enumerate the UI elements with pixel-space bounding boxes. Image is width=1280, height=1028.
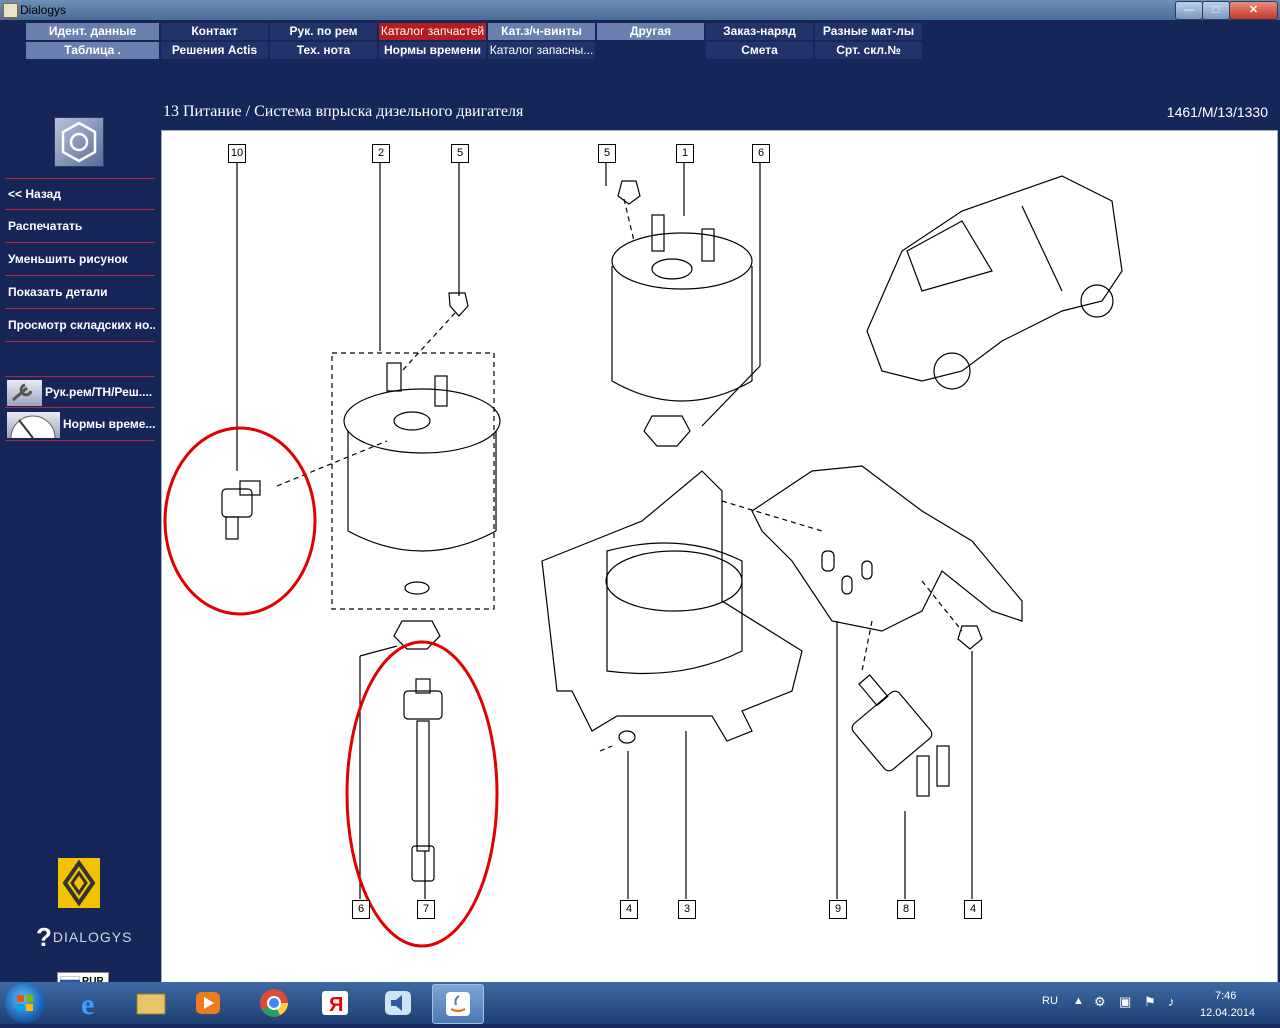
diagram-code: 1461/M/13/1330 (1166, 104, 1268, 120)
minimize-button[interactable]: — (1175, 1, 1203, 20)
time-norms-tool[interactable]: Нормы време... (5, 409, 155, 441)
callout-1[interactable]: 1 (676, 144, 694, 163)
show-parts-link[interactable]: Показать детали (5, 277, 155, 309)
page-title: 13 Питание / Система впрыска дизельного … (163, 103, 524, 120)
java-icon[interactable] (432, 984, 484, 1024)
tray-expand-icon[interactable]: ▲ (1073, 995, 1084, 1007)
wrench-icon (7, 380, 42, 406)
menu-estimate[interactable]: Смета (706, 42, 813, 59)
callout-5[interactable]: 5 (451, 144, 469, 163)
callout-7[interactable]: 7 (417, 900, 435, 919)
highlight-marks (163, 426, 499, 948)
menu-contact[interactable]: Контакт (161, 23, 268, 40)
volume-icon[interactable]: ♪ (1168, 994, 1175, 1009)
callout-6-bottom[interactable]: 6 (352, 900, 370, 919)
menu-misc-materials[interactable]: Разные мат-лы (815, 23, 922, 40)
close-button[interactable]: ✕ (1229, 1, 1278, 20)
yandex-icon[interactable]: Я (311, 984, 361, 1022)
steam-icon[interactable]: ⚙ (1094, 994, 1106, 1010)
clock-time[interactable]: 7:46 (1215, 990, 1236, 1002)
internet-explorer-icon[interactable]: e (67, 984, 117, 1022)
menu-parts-catalog[interactable]: Каталог запчастей (379, 23, 486, 40)
callout-10[interactable]: 10 (228, 144, 246, 163)
view-stock-link[interactable]: Просмотр складских но... (5, 310, 155, 342)
time-norms-tool-label: Нормы време... (63, 417, 155, 431)
menu-table[interactable]: Таблица . (26, 42, 159, 59)
back-link[interactable]: << Назад (5, 178, 155, 210)
help-icon: ? (36, 922, 53, 952)
renault-logo (58, 858, 100, 908)
callout-4[interactable]: 4 (620, 900, 638, 919)
menu-work-order[interactable]: Заказ-наряд (706, 23, 813, 40)
repair-manual-tool[interactable]: Рук.рем/ТН/Реш.... (5, 376, 155, 408)
dialogys-logo: ?DIALOGYS (36, 922, 132, 953)
volume-app-icon[interactable] (373, 984, 423, 1022)
app-icon (3, 3, 18, 18)
shrink-image-link[interactable]: Уменьшить рисунок (5, 244, 155, 276)
start-button[interactable] (5, 983, 45, 1023)
svg-text:Я: Я (329, 994, 343, 1016)
network-icon[interactable]: ▣ (1119, 994, 1131, 1010)
menu-other[interactable]: Другая (597, 23, 704, 40)
maximize-button[interactable]: □ (1202, 1, 1230, 20)
menu-spare-parts-catalog[interactable]: Каталог запасны... (488, 42, 595, 59)
chrome-icon[interactable] (249, 984, 299, 1022)
parts-diagram[interactable]: 10 2 5 5 1 6 6 7 4 3 9 8 4 (161, 130, 1278, 992)
menu-ident-data[interactable]: Идент. данные (26, 23, 159, 40)
action-center-icon[interactable]: ⚑ (1144, 994, 1156, 1010)
repair-manual-tool-label: Рук.рем/ТН/Реш.... (45, 385, 153, 399)
menu-time-norms[interactable]: Нормы времени (379, 42, 486, 59)
menu-repair-manual[interactable]: Рук. по рем (270, 23, 377, 40)
dialogys-brand-text: DIALOGYS (52, 929, 133, 945)
clock-date[interactable]: 12.04.2014 (1200, 1007, 1255, 1019)
window-title: Dialogys (20, 3, 67, 17)
media-player-icon[interactable] (183, 984, 233, 1022)
window-titlebar: Dialogys — □ ✕ (0, 0, 1280, 20)
callout-6[interactable]: 6 (752, 144, 770, 163)
clock-icon (7, 412, 60, 439)
callout-2[interactable]: 2 (372, 144, 390, 163)
menu-tech-note[interactable]: Тех. нота (270, 42, 377, 59)
file-explorer-icon[interactable] (125, 984, 175, 1022)
windows-logo-icon (17, 995, 33, 1011)
callout-8[interactable]: 8 (897, 900, 915, 919)
callout-9[interactable]: 9 (829, 900, 847, 919)
svg-text:e: e (81, 988, 94, 1021)
menu-parts-screws[interactable]: Кат.з/ч-винты (488, 23, 595, 40)
app-window: Идент. данные Контакт Рук. по рем Катало… (0, 20, 1280, 993)
hex-nut-icon (54, 117, 104, 167)
taskbar: e Я RU ▲ ⚙ ▣ ⚑ ♪ 7:46 12.04.2014 (0, 982, 1280, 1024)
menu-actis-solutions[interactable]: Решения Actis (161, 42, 268, 59)
menu-warehouse-sort[interactable]: Срт. скл.№ (815, 42, 922, 59)
callout-3[interactable]: 3 (678, 900, 696, 919)
callout-4-right[interactable]: 4 (964, 900, 982, 919)
print-link[interactable]: Распечатать (5, 211, 155, 243)
diagram-drawing (163, 151, 1123, 948)
callout-5-right[interactable]: 5 (598, 144, 616, 163)
language-indicator[interactable]: RU (1042, 995, 1058, 1007)
